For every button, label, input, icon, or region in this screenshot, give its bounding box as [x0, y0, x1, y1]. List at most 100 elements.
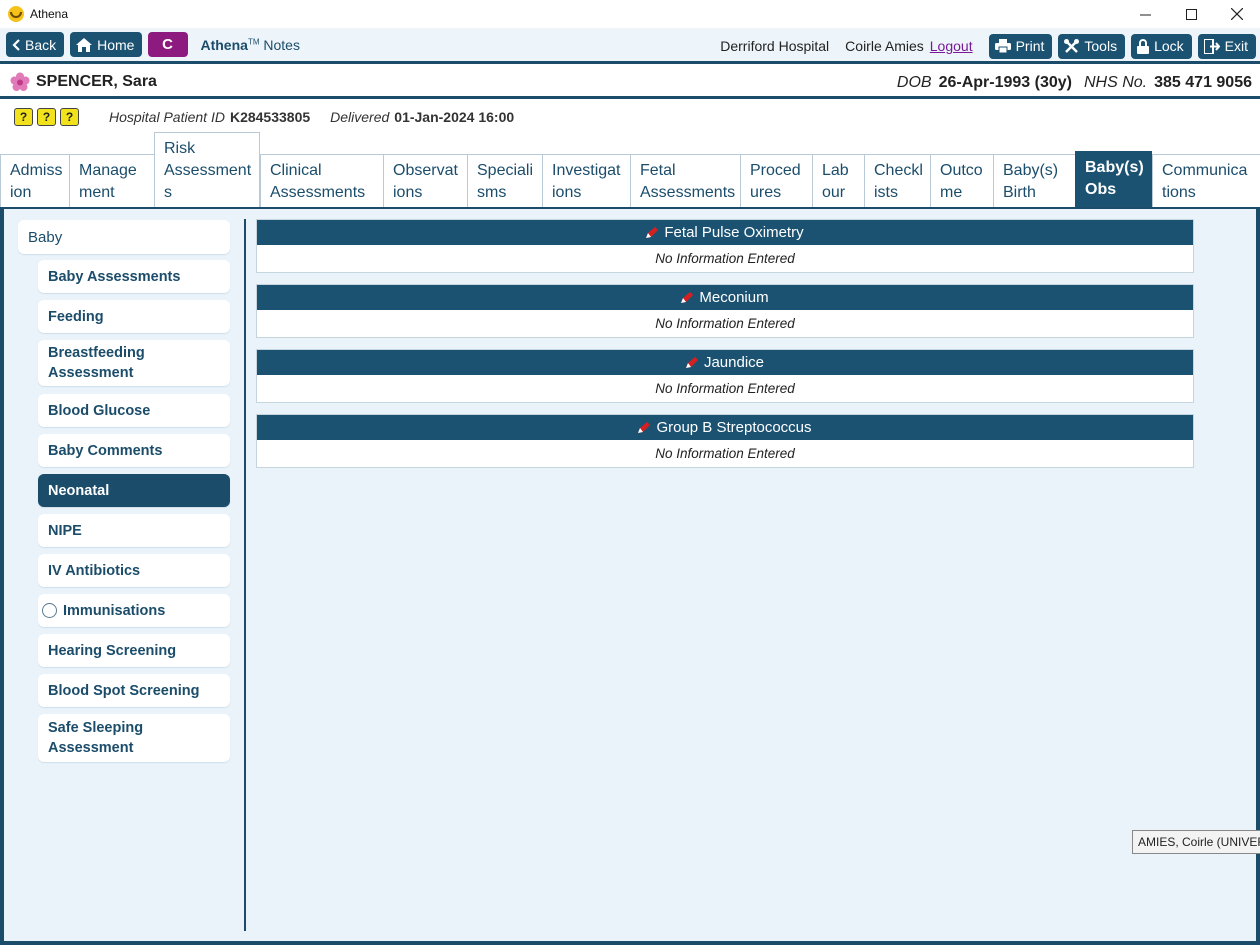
section-group-b-streptococcus: Group B Streptococcus No Information Ent… — [256, 414, 1194, 468]
tab-label: Assessment — [164, 162, 252, 179]
tab-specialisms[interactable]: Speciali sms — [467, 154, 542, 208]
sidebar-item-label: NIPE — [48, 522, 82, 539]
section-meconium: Meconium No Information Entered — [256, 284, 1194, 338]
alert-question-icon[interactable]: ? — [60, 108, 79, 126]
sidebar-item-label: IV Antibiotics — [48, 562, 141, 579]
printer-icon — [994, 39, 1011, 53]
nhs-label: NHS No. — [1084, 74, 1148, 91]
section-header[interactable]: Fetal Pulse Oximetry — [257, 220, 1193, 245]
tab-management[interactable]: Manage ment — [69, 154, 154, 208]
hospital-name: Derriford Hospital — [720, 38, 830, 54]
lock-icon — [1137, 38, 1150, 54]
tab-label: Baby(s) — [1003, 162, 1059, 179]
sidebar-item-blood-spot-screening[interactable]: Blood Spot Screening — [38, 674, 230, 707]
tab-admission[interactable]: Admiss ion — [0, 154, 69, 208]
section-header[interactable]: Group B Streptococcus — [257, 415, 1193, 440]
tab-observations[interactable]: Observat ions — [383, 154, 467, 208]
section-fetal-pulse-oximetry: Fetal Pulse Oximetry No Information Ente… — [256, 219, 1194, 273]
lock-label: Lock — [1154, 38, 1184, 54]
sidebar-item-baby-assessments[interactable]: Baby Assessments — [38, 260, 230, 293]
sidebar-item-blood-glucose[interactable]: Blood Glucose — [38, 394, 230, 427]
tab-label: ment — [79, 184, 115, 201]
tab-outcome[interactable]: Outco me — [930, 154, 993, 208]
exit-button[interactable]: Exit — [1197, 33, 1256, 59]
sidebar-item-immunisations[interactable]: Immunisations — [38, 594, 230, 627]
back-button[interactable]: Back — [6, 32, 65, 57]
app-name: Athena — [200, 36, 248, 53]
tab-label: Investigat — [552, 162, 621, 179]
tab-label: Risk — [164, 140, 196, 157]
tab-risk-assessments[interactable]: Risk Assessment s — [154, 132, 260, 208]
sidebar-header-baby[interactable]: Baby — [18, 220, 230, 254]
alert-glyph: ? — [42, 110, 51, 124]
tab-checklists[interactable]: Checkl ists — [864, 154, 930, 208]
section-header[interactable]: Meconium — [257, 285, 1193, 310]
nhs-value: 385 471 9056 — [1154, 74, 1252, 91]
tab-babys-obs[interactable]: Baby(s) Obs — [1075, 151, 1152, 208]
section-header[interactable]: Jaundice — [257, 350, 1193, 375]
tab-label: ions — [393, 184, 423, 201]
sidebar-item-label-line: Safe Sleeping — [48, 720, 144, 736]
tab-fetal-assessments[interactable]: Fetal Assessments — [630, 154, 740, 208]
athena-logo-icon — [8, 6, 24, 22]
sidebar-item-hearing-screening[interactable]: Hearing Screening — [38, 634, 230, 667]
tab-investigations[interactable]: Investigat ions — [542, 154, 630, 208]
delivered-value: 01-Jan-2024 16:00 — [394, 109, 515, 125]
tab-label: ists — [874, 184, 898, 201]
sidebar-item-label: Baby Assessments — [48, 268, 181, 285]
section-title: Jaundice — [703, 354, 765, 371]
tab-label: Checkl — [874, 162, 923, 179]
radio-circle-icon — [42, 603, 57, 618]
dob-value: 26-Apr-1993 (30y) — [938, 74, 1072, 91]
tab-label: Manage — [79, 162, 137, 179]
print-button[interactable]: Print — [988, 33, 1053, 59]
hospital-id-label: Hospital Patient ID — [109, 109, 225, 125]
main-toolbar: Back Home C AthenaTM Notes Derriford Hos… — [0, 28, 1260, 64]
sidebar-item-label: Immunisations — [63, 602, 166, 619]
sidebar-item-feeding[interactable]: Feeding — [38, 300, 230, 333]
tab-procedures[interactable]: Proced ures — [740, 154, 812, 208]
panel-divider — [244, 219, 246, 931]
tab-label: Birth — [1003, 184, 1036, 201]
c-button[interactable]: C — [148, 32, 189, 57]
edit-pencil-icon[interactable] — [646, 226, 659, 239]
tab-communications[interactable]: Communica tions — [1152, 154, 1260, 208]
logout-link[interactable]: Logout — [930, 38, 973, 54]
sidebar-item-iv-antibiotics[interactable]: IV Antibiotics — [38, 554, 230, 587]
tab-label: Proced — [750, 162, 801, 179]
sidebar-item-breastfeeding-assessment[interactable]: Breastfeeding Assessment — [38, 340, 230, 386]
maximize-button[interactable] — [1168, 0, 1214, 28]
section-title: Meconium — [699, 289, 769, 306]
alert-question-icon[interactable]: ? — [37, 108, 56, 126]
sidebar-item-baby-comments[interactable]: Baby Comments — [38, 434, 230, 467]
sidebar-item-label: Breastfeeding Assessment — [48, 343, 145, 383]
tab-clinical-assessments[interactable]: Clinical Assessments — [260, 154, 383, 208]
tab-label: me — [940, 184, 963, 201]
sidebar-item-label: Blood Glucose — [48, 402, 151, 419]
sidebar-item-neonatal[interactable]: Neonatal — [38, 474, 230, 507]
alert-list-icon[interactable]: ? — [14, 108, 33, 126]
close-icon — [1231, 8, 1243, 20]
edit-pencil-icon[interactable] — [681, 291, 694, 304]
tab-label: our — [822, 184, 846, 201]
app-suffix: Notes — [263, 36, 300, 53]
user-tooltip: AMIES, Coirle (UNIVERSITY — [1132, 830, 1260, 854]
tab-babys-birth[interactable]: Baby(s) Birth — [993, 154, 1075, 208]
tools-button[interactable]: Tools — [1058, 33, 1126, 59]
tab-labour[interactable]: Lab our — [812, 154, 864, 208]
edit-pencil-icon[interactable] — [638, 421, 651, 434]
edit-pencil-icon[interactable] — [685, 356, 698, 369]
tab-label: Admiss — [10, 162, 63, 179]
sidebar-item-safe-sleeping-assessment[interactable]: Safe Sleeping Assessment — [38, 714, 230, 762]
minimize-button[interactable] — [1122, 0, 1168, 28]
section-empty-text: No Information Entered — [655, 381, 795, 396]
main-panel: Baby Baby Assessments Feeding Breastfeed… — [0, 209, 1260, 945]
exit-label: Exit — [1224, 38, 1248, 54]
tab-label: Observat — [393, 162, 458, 179]
sidebar-item-nipe[interactable]: NIPE — [38, 514, 230, 547]
home-button[interactable]: Home — [70, 32, 143, 57]
lock-button[interactable]: Lock — [1131, 33, 1192, 59]
close-button[interactable] — [1214, 0, 1260, 28]
tab-label: s — [164, 184, 172, 201]
tab-label: tions — [1162, 184, 1196, 201]
